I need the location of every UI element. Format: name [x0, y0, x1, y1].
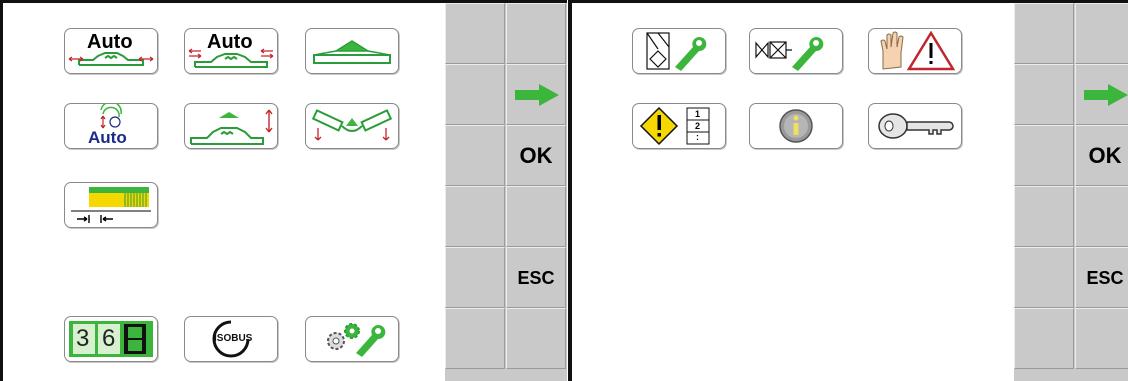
- next-page-softkey-2[interactable]: [1075, 64, 1128, 125]
- counter-button[interactable]: 3 6: [64, 316, 158, 362]
- next-arrow-icon: [515, 84, 559, 106]
- settings-button[interactable]: [305, 316, 399, 362]
- softkey-l4[interactable]: [445, 186, 505, 247]
- boom-tilt-icon: [311, 109, 393, 141]
- softkey-l1[interactable]: [445, 3, 505, 64]
- boom-tilt-button[interactable]: [305, 103, 399, 149]
- key-button[interactable]: [868, 103, 962, 149]
- softkey-rl5[interactable]: [1014, 247, 1074, 308]
- boom-fold-button[interactable]: [305, 28, 399, 74]
- softkey-l6[interactable]: [445, 308, 505, 369]
- softkey-r1[interactable]: [506, 3, 566, 64]
- isobus-label: ISOBUS: [214, 333, 253, 344]
- isobus-button[interactable]: ISOBUS: [184, 316, 278, 362]
- right-menu-panel: 1 2 : OK ESC: [572, 3, 1128, 381]
- manual-warning-button[interactable]: [868, 28, 962, 74]
- section-width-button[interactable]: [64, 182, 158, 228]
- section-width-icon: [71, 187, 151, 223]
- softkey-r6[interactable]: [506, 308, 566, 369]
- esc-softkey-2[interactable]: ESC: [1075, 247, 1128, 308]
- softkey-l5[interactable]: [445, 247, 505, 308]
- info-button[interactable]: [749, 103, 843, 149]
- auto-boom-width-icon: [68, 52, 154, 66]
- alarm-list-item-1: 1: [695, 109, 701, 119]
- esc-label: ESC: [517, 268, 555, 288]
- left-softkey-bar: OK ESC: [445, 3, 567, 381]
- ok-softkey[interactable]: OK: [506, 125, 566, 186]
- softkey-rl3[interactable]: [1014, 125, 1074, 186]
- right-softkey-bar: OK ESC: [1014, 3, 1128, 381]
- softkey-rr4[interactable]: [1075, 186, 1128, 247]
- ok-softkey-2[interactable]: OK: [1075, 125, 1128, 186]
- next-page-softkey[interactable]: [506, 64, 566, 125]
- boom-lift-icon: [190, 109, 273, 145]
- esc-softkey[interactable]: ESC: [506, 247, 566, 308]
- alarm-list-item-2: 2: [695, 121, 701, 131]
- softkey-rl2[interactable]: [1014, 64, 1074, 125]
- alarm-list-icon: [639, 106, 710, 146]
- terminal-screen: Auto Auto Auto 3 6 ISOBUS OK ESC 1 2: O…: [0, 0, 1128, 381]
- hydraulic-service-icon: [646, 32, 707, 71]
- service-valve-button[interactable]: [749, 28, 843, 74]
- auto-height-button[interactable]: Auto: [184, 28, 278, 74]
- next-arrow-icon: [1084, 84, 1128, 106]
- esc-label: ESC: [1086, 268, 1124, 288]
- boom-lift-button[interactable]: [184, 103, 278, 149]
- softkey-l3[interactable]: [445, 125, 505, 186]
- info-icon: [779, 109, 813, 143]
- softkey-l2[interactable]: [445, 64, 505, 125]
- softkey-rl4[interactable]: [1014, 186, 1074, 247]
- hand-warning-icon: [880, 30, 956, 71]
- valve-service-icon: [755, 37, 824, 71]
- softkey-rr6[interactable]: [1075, 308, 1128, 369]
- key-icon: [878, 113, 954, 139]
- auto-track-button[interactable]: Auto: [64, 103, 158, 149]
- left-menu-panel: Auto Auto Auto 3 6 ISOBUS OK ESC: [3, 3, 567, 381]
- auto-boom-height-icon: [188, 48, 274, 68]
- softkey-rr1[interactable]: [1075, 3, 1128, 64]
- softkey-r4[interactable]: [506, 186, 566, 247]
- boom-center-fold-icon: [313, 40, 391, 64]
- softkey-rl6[interactable]: [1014, 308, 1074, 369]
- softkey-rl1[interactable]: [1014, 3, 1074, 64]
- alarm-list-button[interactable]: 1 2 :: [632, 103, 726, 149]
- auto-track-label: Auto: [88, 128, 127, 147]
- counter-digit-2: 6: [102, 325, 116, 352]
- alarm-list-item-3: :: [696, 132, 699, 142]
- service-hydraulic-button[interactable]: [632, 28, 726, 74]
- ok-label: OK: [519, 143, 553, 168]
- counter-digit-1: 3: [76, 325, 90, 352]
- auto-width-button[interactable]: Auto: [64, 28, 158, 74]
- settings-gears-wrench-icon: [327, 323, 386, 357]
- ok-label: OK: [1088, 143, 1122, 168]
